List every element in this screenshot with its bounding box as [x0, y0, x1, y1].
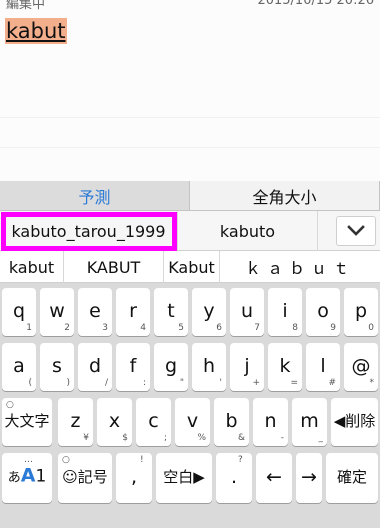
tab-fullwidth-case[interactable]: 全角大小: [190, 181, 380, 211]
key-v[interactable]: v%: [175, 398, 210, 446]
key-r[interactable]: r4: [116, 288, 150, 336]
key-y[interactable]: y6: [192, 288, 226, 336]
key-m[interactable]: m _: [292, 398, 327, 446]
key-p[interactable]: p0: [344, 288, 378, 336]
key-t[interactable]: t5: [154, 288, 188, 336]
key-c[interactable]: c;: [136, 398, 171, 446]
key-q[interactable]: q1: [2, 288, 36, 336]
comma-key[interactable]: !,: [116, 453, 152, 503]
software-keyboard: 予測 全角大小 kabuto_tarou_1999 kabuto kabut K…: [0, 181, 380, 528]
arrow-left-icon: ←: [266, 465, 282, 488]
divider: [0, 117, 380, 118]
conversion-bar: kabut KABUT Kabut ｋａｂｕｔ: [0, 251, 380, 283]
expand-candidates-button[interactable]: [336, 216, 376, 246]
key-j[interactable]: j +: [230, 343, 264, 391]
key-k[interactable]: k =: [268, 343, 302, 391]
conversion-item[interactable]: KABUT: [64, 251, 164, 283]
key-g[interactable]: g ": [154, 343, 188, 391]
key-a[interactable]: a(: [2, 343, 36, 391]
period-key[interactable]: ?.: [216, 453, 252, 503]
composing-text[interactable]: kabut: [5, 18, 67, 44]
key-b[interactable]: b &: [214, 398, 249, 446]
confirm-key[interactable]: 確定: [326, 453, 378, 503]
key-z[interactable]: z ¥: [58, 398, 93, 446]
conversion-item[interactable]: ｋａｂｕｔ: [220, 251, 380, 283]
key-f[interactable]: f:: [116, 343, 150, 391]
delete-key[interactable]: ◀削除: [331, 398, 378, 446]
conversion-item[interactable]: Kabut: [164, 251, 220, 283]
key-l[interactable]: l #: [306, 343, 340, 391]
shift-uppercase-key[interactable]: ○ 大文字: [2, 398, 52, 446]
key-h[interactable]: h ': [192, 343, 226, 391]
key-s[interactable]: s): [40, 343, 74, 391]
divider: [0, 147, 380, 148]
key-d[interactable]: d /: [78, 343, 112, 391]
candidate-item[interactable]: kabuto: [178, 211, 318, 251]
input-mode-key[interactable]: … あA1: [2, 453, 52, 503]
arrow-right-icon: →: [301, 465, 317, 488]
editing-status: 編集中: [6, 0, 46, 12]
keyboard-tabs: 予測 全角大小: [0, 181, 380, 211]
cursor-left-key[interactable]: ←: [256, 453, 292, 503]
key-e[interactable]: e3: [78, 288, 112, 336]
key-u[interactable]: u7: [230, 288, 264, 336]
note-editor[interactable]: 編集中 2015/10/15 20:26 kabut: [0, 0, 380, 181]
key-i[interactable]: i8: [268, 288, 302, 336]
key-x[interactable]: x $: [97, 398, 132, 446]
key-w[interactable]: w2: [40, 288, 74, 336]
key-at[interactable]: @ *: [344, 343, 378, 391]
candidate-item[interactable]: kabuto_tarou_1999: [0, 211, 178, 251]
tab-prediction[interactable]: 予測: [0, 181, 190, 211]
cursor-right-key[interactable]: →: [296, 453, 322, 503]
key-o[interactable]: o9: [306, 288, 340, 336]
conversion-item[interactable]: kabut: [0, 251, 64, 283]
candidate-bar: kabuto_tarou_1999 kabuto: [0, 211, 380, 251]
timestamp: 2015/10/15 20:26: [257, 0, 374, 8]
symbols-key[interactable]: ○ ☺記号: [58, 453, 112, 503]
space-key[interactable]: 空白▶: [156, 453, 212, 503]
key-grid: q1 w2 e3 r4 t5 y6 u7 i8 o9 p0 a( s) d / f…: [0, 283, 380, 528]
chevron-down-icon: [347, 225, 365, 236]
key-n[interactable]: n-: [253, 398, 288, 446]
